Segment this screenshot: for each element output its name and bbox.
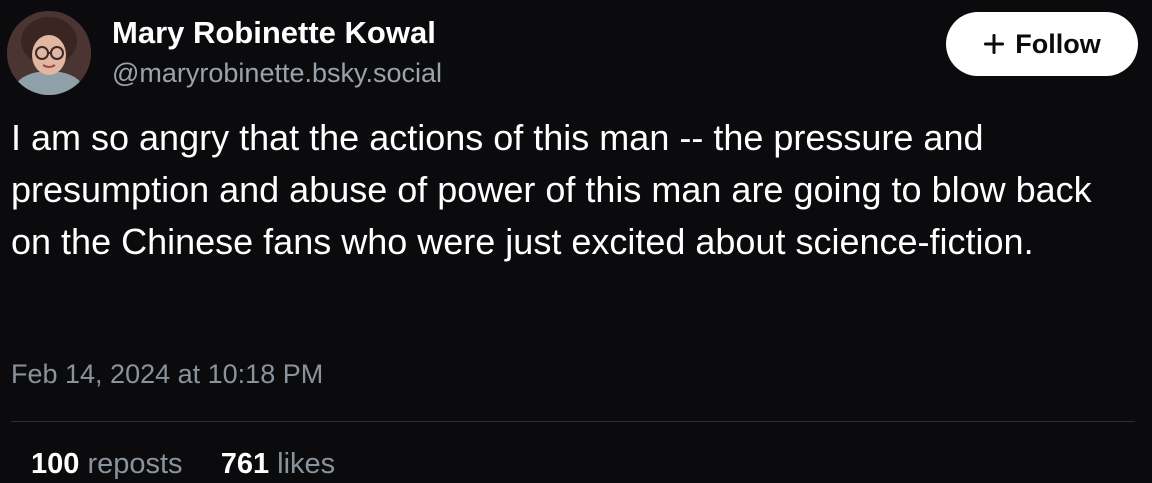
avatar-image [7, 11, 91, 95]
post-timestamp[interactable]: Feb 14, 2024 at 10:18 PM [11, 357, 323, 391]
plus-icon [984, 34, 1005, 54]
avatar[interactable] [7, 11, 91, 95]
reposts-label: reposts [87, 448, 183, 480]
likes-label: likes [277, 448, 336, 480]
follow-button[interactable]: Follow [946, 12, 1138, 76]
likes-count: 761 [220, 448, 270, 480]
post-text: I am so angry that the actions of this m… [11, 117, 1092, 262]
author-handle[interactable]: @maryrobinette.bsky.social [112, 56, 442, 90]
follow-button-label: Follow [1015, 28, 1101, 59]
likes-stat[interactable]: 761 likes [213, 448, 336, 480]
reposts-stat[interactable]: 100 reposts [31, 448, 191, 480]
author-display-name[interactable]: Mary Robinette Kowal [112, 14, 436, 52]
post-stats: 100 reposts 761 likes [31, 446, 335, 482]
reposts-count: 100 [31, 448, 80, 480]
divider [11, 421, 1135, 422]
